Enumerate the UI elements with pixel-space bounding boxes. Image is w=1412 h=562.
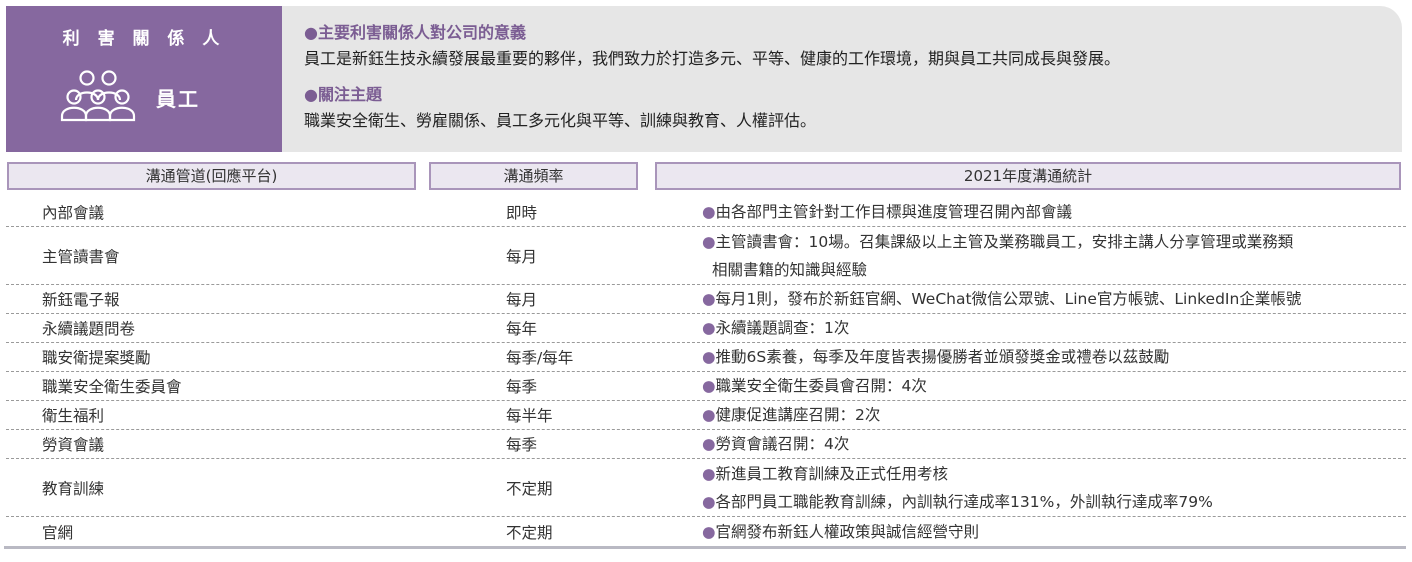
channel-cell: 教育訓練 — [42, 479, 105, 498]
bullet-icon: ● — [702, 406, 716, 424]
channel-cell: 勞資會議 — [42, 436, 105, 454]
stakeholder-banner: 利 害 關 係 人 員工 ●主要利害關係人對公司的意義 員工是新鈺生技永續發展最… — [6, 6, 1402, 152]
stats-cell: ●官網發布新鈺人權政策與誠信經營守則 — [702, 522, 980, 541]
bullet-icon: ● — [702, 319, 716, 337]
stakeholder-box: 利 害 關 係 人 員工 — [6, 6, 282, 152]
stats-cell: ●職業安全衛生委員會召開：4次 — [702, 377, 927, 395]
table-row: 教育訓練 不定期 ●新進員工教育訓練及正式任用考核 ●各部門員工職能教育訓練，內… — [6, 459, 1406, 517]
bullet-icon: ● — [702, 348, 716, 366]
frequency-cell: 每半年 — [506, 407, 553, 425]
channel-cell: 內部會議 — [42, 204, 105, 222]
header-frequency: 溝通頻率 — [429, 162, 638, 190]
table-row: 永續議題問卷 每年 ●永續議題調查：1次 — [6, 314, 1406, 343]
bullet-icon: ● — [702, 290, 716, 308]
table-row: 勞資會議 每季 ●勞資會議召開：4次 — [6, 430, 1406, 459]
header-stats: 2021年度溝通統計 — [655, 162, 1401, 190]
bullet-icon: ● — [702, 522, 716, 541]
topic-body: 職業安全衛生、勞雇關係、員工多元化與平等、訓練與教育、人權評估。 — [304, 111, 817, 130]
stats-cell: ●主管讀書會：10場。召集課級以上主管及業務職員工，安排主講人分享管理或業務類 … — [702, 232, 1294, 279]
bullet-icon: ● — [702, 492, 716, 511]
channel-cell: 新鈺電子報 — [42, 291, 120, 309]
table-row: 官網 不定期 ●官網發布新鈺人權政策與誠信經營守則 — [6, 517, 1406, 546]
bullet-icon: ● — [702, 435, 716, 453]
stats-cell: ●由各部門主管針對工作目標與進度管理召開內部會議 — [702, 203, 1073, 221]
frequency-cell: 即時 — [506, 204, 538, 222]
bullet-icon: ● — [702, 203, 716, 221]
stats-cell: ●每月1則，發布於新鈺官網、WeChat微信公眾號、Line官方帳號、Linke… — [702, 290, 1302, 308]
table-row: 衛生福利 每半年 ●健康促進講座召開：2次 — [6, 401, 1406, 430]
table-row: 新鈺電子報 每月 ●每月1則，發布於新鈺官網、WeChat微信公眾號、Line官… — [6, 285, 1406, 314]
table-row: 內部會議 即時 ●由各部門主管針對工作目標與進度管理召開內部會議 — [6, 198, 1406, 227]
frequency-cell: 不定期 — [506, 479, 553, 498]
topic-heading: ●主要利害關係人對公司的意義 — [304, 23, 526, 42]
channel-cell: 主管讀書會 — [42, 247, 120, 266]
frequency-cell: 不定期 — [506, 523, 553, 542]
stakeholder-title: 利 害 關 係 人 — [62, 29, 226, 49]
people-group-icon — [60, 70, 136, 122]
stakeholder-name: 員工 — [156, 87, 200, 111]
table-row: 主管讀書會 每月 ●主管讀書會：10場。召集課級以上主管及業務職員工，安排主講人… — [6, 227, 1406, 285]
channel-cell: 職業安全衛生委員會 — [42, 378, 182, 396]
bullet-icon: ● — [304, 23, 318, 42]
table-row: 職業安全衛生委員會 每季 ●職業安全衛生委員會召開：4次 — [6, 372, 1406, 401]
channel-cell: 永續議題問卷 — [42, 320, 136, 338]
bottom-divider — [4, 546, 1406, 549]
stats-cell: ●永續議題調查：1次 — [702, 319, 850, 337]
communication-table: 內部會議 即時 ●由各部門主管針對工作目標與進度管理召開內部會議 主管讀書會 每… — [6, 198, 1406, 546]
frequency-cell: 每季/每年 — [506, 349, 574, 367]
topics-section: ●主要利害關係人對公司的意義 員工是新鈺生技永續發展最重要的夥伴，我們致力於打造… — [304, 20, 1384, 144]
frequency-cell: 每月 — [506, 291, 538, 309]
channel-cell: 職安衛提案獎勵 — [42, 349, 151, 367]
topic-body: 員工是新鈺生技永續發展最重要的夥伴，我們致力於打造多元、平等、健康的工作環境，期… — [304, 49, 1121, 68]
frequency-cell: 每季 — [506, 436, 538, 454]
stats-cell: ●新進員工教育訓練及正式任用考核 ●各部門員工職能教育訓練，內訓執行達成率131… — [702, 464, 1213, 511]
frequency-cell: 每年 — [506, 320, 538, 338]
bullet-icon: ● — [702, 377, 716, 395]
stats-cell: ●推動6S素養，每季及年度皆表揚優勝者並頒發獎金或禮卷以茲鼓勵 — [702, 348, 1170, 366]
bullet-icon: ● — [702, 232, 716, 251]
channel-cell: 官網 — [42, 523, 74, 542]
frequency-cell: 每季 — [506, 378, 538, 396]
channel-cell: 衛生福利 — [42, 407, 105, 425]
stats-cell: ●勞資會議召開：4次 — [702, 435, 850, 453]
table-row: 職安衛提案獎勵 每季/每年 ●推動6S素養，每季及年度皆表揚優勝者並頒發獎金或禮… — [6, 343, 1406, 372]
bullet-icon: ● — [304, 85, 318, 104]
bullet-icon: ● — [702, 464, 716, 483]
stats-cell: ●健康促進講座召開：2次 — [702, 406, 881, 424]
topic-heading: ●關注主題 — [304, 85, 382, 104]
header-channel: 溝通管道(回應平台) — [7, 162, 416, 190]
frequency-cell: 每月 — [506, 247, 538, 266]
